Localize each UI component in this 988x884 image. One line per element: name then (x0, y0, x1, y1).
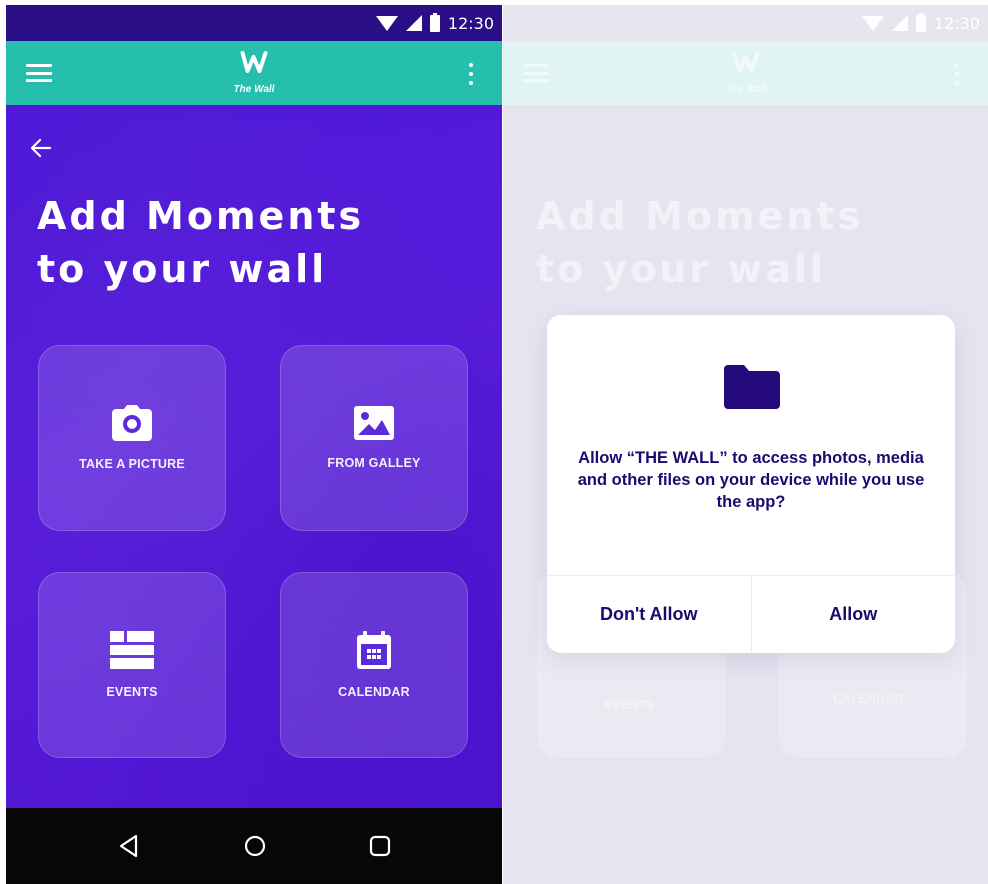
permission-screen: 12:30 The Wall Add Moments to your wall … (503, 5, 988, 884)
nav-home-icon[interactable] (243, 834, 267, 858)
app-logo: The Wall (233, 47, 275, 95)
nav-recents-icon[interactable] (368, 834, 392, 858)
status-bar-dimmed: 12:30 (503, 5, 988, 41)
signal-icon (891, 15, 908, 31)
events-label-dimmed: EVENTS (604, 698, 655, 712)
events-label: EVENTS (106, 685, 158, 699)
wifi-icon (861, 15, 884, 31)
permission-dialog: Allow “THE WALL” to access photos, media… (547, 315, 955, 653)
calendar-icon (357, 631, 391, 669)
status-time: 12:30 (447, 13, 494, 33)
menu-icon[interactable] (26, 64, 52, 82)
camera-icon (112, 405, 152, 441)
battery-icon (429, 12, 440, 32)
allow-button[interactable]: Allow (750, 576, 956, 653)
logo-mark-icon (732, 51, 760, 73)
signal-icon (405, 15, 422, 31)
from-gallery-label: FROM GALLEY (327, 456, 421, 470)
events-button[interactable]: EVENTS (38, 572, 226, 758)
content-area: Add Moments to your wall TAKE A PICTURE … (6, 105, 502, 808)
page-title: Add Moments to your wall (37, 194, 365, 291)
system-nav-bar (6, 808, 502, 884)
app-bar: The Wall (6, 41, 502, 105)
dont-allow-button[interactable]: Don't Allow (547, 576, 751, 653)
main-screen: 12:30 The Wall Add Moments to your wall (6, 5, 502, 884)
from-gallery-button[interactable]: FROM GALLEY (280, 345, 468, 531)
take-picture-button[interactable]: TAKE A PICTURE (38, 345, 226, 531)
calendar-button[interactable]: CALENDAR (280, 572, 468, 758)
logo-text: The Wall (725, 84, 766, 95)
page-title-dimmed: Add Moments to your wall (536, 194, 864, 291)
app-logo: The Wall (725, 47, 766, 95)
wifi-icon (375, 15, 398, 31)
nav-back-icon[interactable] (116, 833, 142, 859)
app-bar-dimmed: The Wall (503, 41, 988, 105)
take-picture-label: TAKE A PICTURE (79, 457, 185, 471)
status-time: 12:30 (933, 13, 980, 33)
calendar-label: CALENDAR (338, 685, 410, 699)
back-arrow-icon[interactable] (28, 135, 54, 161)
more-options-icon (954, 63, 960, 85)
logo-mark-icon (241, 51, 268, 73)
folder-icon (724, 365, 780, 409)
logo-text: The Wall (233, 84, 275, 95)
battery-icon (915, 12, 926, 32)
dialog-actions: Don't Allow Allow (547, 575, 955, 653)
image-icon (354, 406, 394, 440)
events-icon (110, 631, 154, 669)
more-options-icon[interactable] (468, 63, 474, 85)
status-bar: 12:30 (6, 5, 502, 41)
menu-icon (523, 64, 549, 82)
calendar-label-dimmed: CALENDAR (833, 692, 904, 706)
permission-message: Allow “THE WALL” to access photos, media… (577, 449, 925, 511)
